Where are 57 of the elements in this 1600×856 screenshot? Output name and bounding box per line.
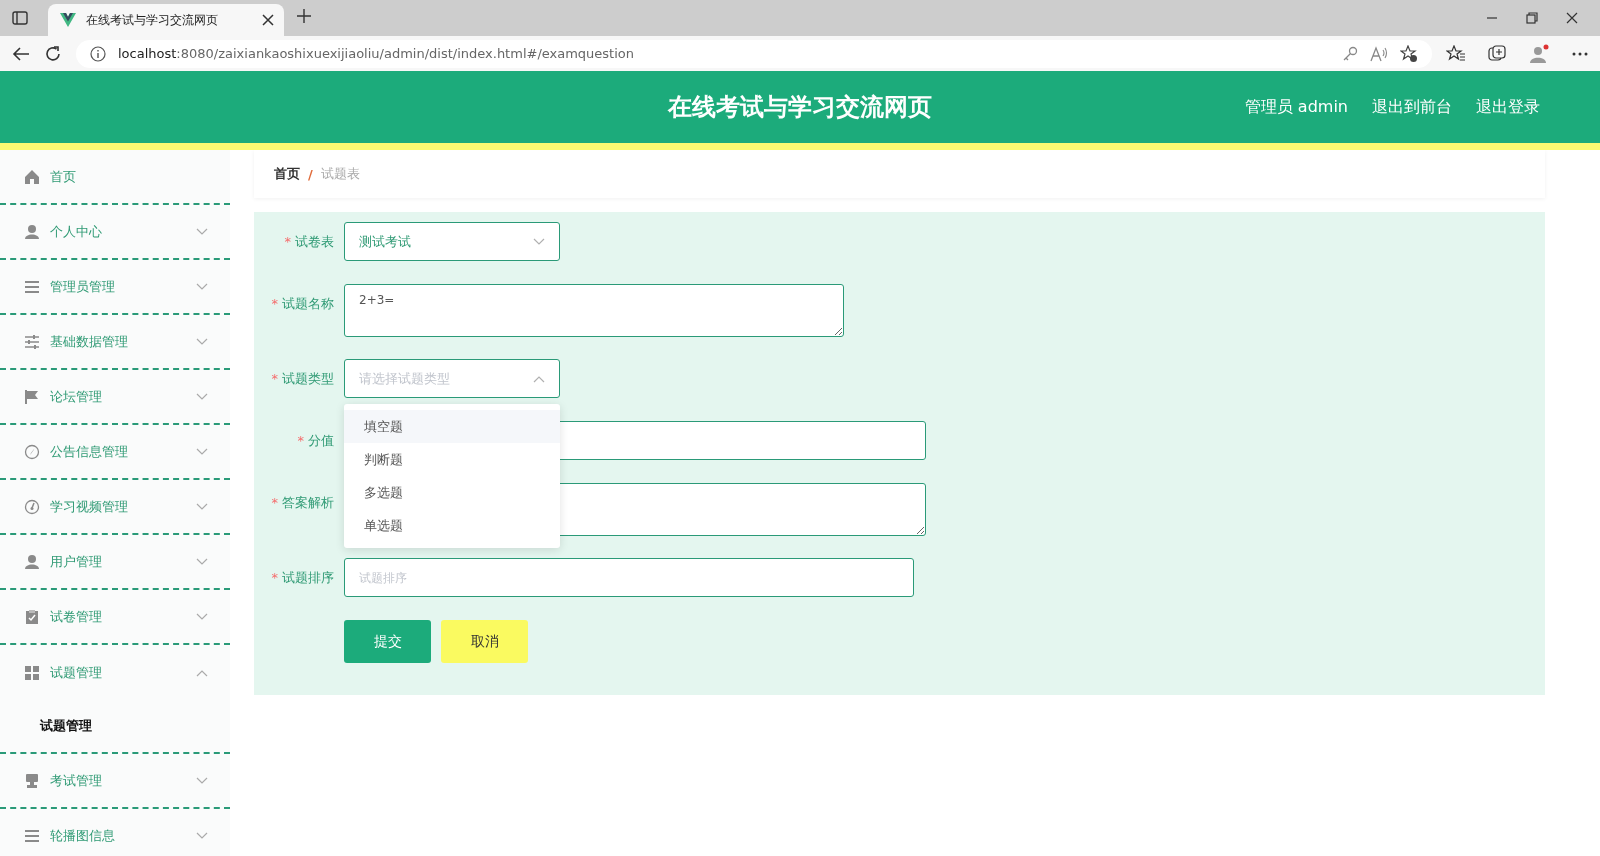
close-icon[interactable] xyxy=(262,14,274,26)
gauge-icon xyxy=(24,498,40,515)
url-text: localhost:8080/zaixiankaoshixuexijiaoliu/admin/dist/index.html#/examquestion xyxy=(118,46,635,61)
select-field[interactable]: 请选择试题类型 xyxy=(344,359,560,398)
clipboard-icon xyxy=(24,608,40,625)
close-icon[interactable] xyxy=(1566,12,1578,24)
dropdown-option[interactable]: 判断题 xyxy=(344,443,560,476)
breadcrumb-separator: / xyxy=(308,166,313,182)
list-icon xyxy=(24,278,40,295)
favorites-icon[interactable] xyxy=(1446,44,1466,63)
field-label: * 试题排序 xyxy=(270,569,335,587)
site-title: 在线考试与学习交流网页 xyxy=(668,92,932,123)
field-label: * 分值 xyxy=(296,432,335,450)
breadcrumb-item[interactable]: 首页 xyxy=(274,165,300,183)
tab-actions-icon[interactable] xyxy=(12,10,28,26)
grid-icon xyxy=(24,664,40,681)
person-icon xyxy=(24,553,40,570)
stamp-icon xyxy=(24,772,40,789)
header-link[interactable]: 退出到前台 xyxy=(1372,96,1452,118)
collections-icon[interactable] xyxy=(1488,44,1506,63)
profile-icon[interactable] xyxy=(1528,43,1550,64)
select-field[interactable]: 测试考试 xyxy=(344,222,560,261)
browser-tab[interactable]: 在线考试与学习交流网页 xyxy=(48,4,284,36)
text-area[interactable]: 2+3= xyxy=(344,284,844,337)
read-aloud-icon[interactable] xyxy=(1370,45,1388,62)
header-link[interactable]: 管理员 admin xyxy=(1244,96,1348,118)
person-icon xyxy=(24,223,40,240)
back-icon[interactable] xyxy=(12,45,30,62)
star-add-icon[interactable] xyxy=(1400,44,1418,63)
sliders-icon xyxy=(24,333,40,350)
field-label: * 试卷表 xyxy=(283,233,335,251)
dropdown-option[interactable]: 多选题 xyxy=(344,476,560,509)
new-tab-icon[interactable] xyxy=(296,8,312,24)
dropdown-option[interactable]: 单选题 xyxy=(344,509,560,542)
restore-icon[interactable] xyxy=(1526,12,1538,24)
field-label: * 答案解析 xyxy=(270,494,335,512)
logo-icon xyxy=(60,13,76,27)
address-bar[interactable]: localhost:8080/zaixiankaoshixuexijiaoliu/admin/dist/index.html#/examquestion xyxy=(76,39,1432,68)
field-label: * 试题名称 xyxy=(270,295,335,313)
cancel-button[interactable]: 取消 xyxy=(441,620,528,663)
key-icon[interactable] xyxy=(1342,45,1358,62)
info-icon xyxy=(90,45,106,62)
sidebar-item[interactable]: 试题管理 xyxy=(0,645,230,700)
submit-button[interactable]: 提交 xyxy=(344,620,431,663)
dropdown-option[interactable]: 填空题 xyxy=(344,410,560,443)
header-link[interactable]: 退出登录 xyxy=(1476,96,1540,118)
compass-icon xyxy=(24,443,40,460)
tab-title: 在线考试与学习交流网页 xyxy=(86,11,219,29)
input-field[interactable]: 试题排序 xyxy=(344,558,914,597)
sidebar-subitem[interactable]: 试题管理 xyxy=(40,717,92,735)
reload-icon[interactable] xyxy=(44,44,62,63)
list-icon xyxy=(24,827,40,844)
breadcrumb-item: 试题表 xyxy=(320,165,360,183)
flag-icon xyxy=(24,388,40,405)
field-label: * 试题类型 xyxy=(270,370,335,388)
home-icon xyxy=(24,168,40,185)
more-icon[interactable] xyxy=(1572,51,1588,56)
